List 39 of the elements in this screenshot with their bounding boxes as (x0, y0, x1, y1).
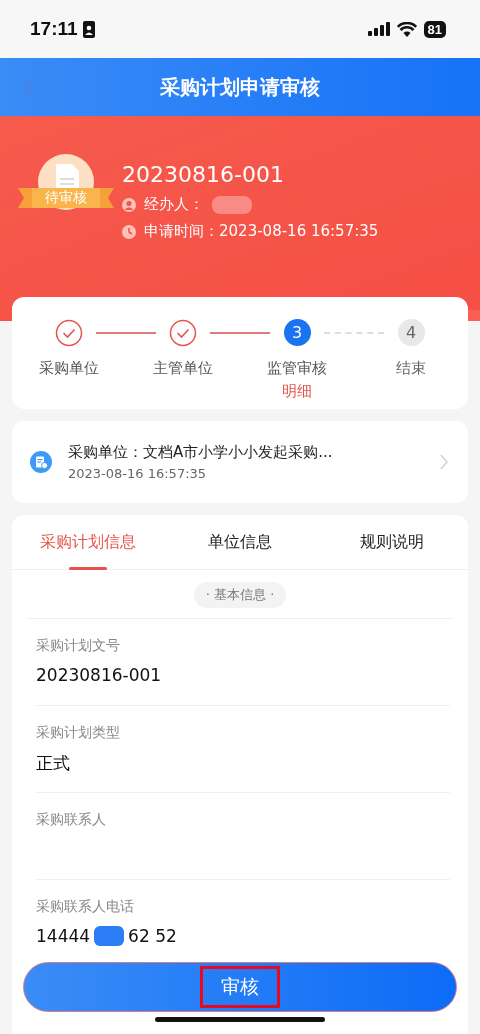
section-chip: · 基本信息 · (193, 582, 287, 608)
clock-icon (122, 224, 136, 239)
tab[interactable]: 采购计划信息 (12, 515, 164, 569)
record-time: 2023-08-16 16:57:35 (68, 466, 208, 481)
clock-time: 17:11 (30, 18, 78, 40)
person-icon (122, 197, 136, 212)
document-number: 20230816-001 (122, 162, 285, 187)
record-item[interactable]: 采购单位：文档A市小学小小发起采购... 2023-08-16 16:57:35 (12, 421, 468, 503)
handler-label: 经办人： (144, 195, 204, 214)
record-title: 采购单位：文档A市小学小小发起采购... (68, 443, 334, 462)
contact-card-icon (82, 20, 95, 38)
step-label: 结束 (396, 359, 426, 378)
field-label: 采购联系人 (36, 811, 107, 829)
signal-icon (367, 22, 390, 36)
step-label: 采购单位 (39, 359, 99, 378)
field-value: 62 52 (128, 926, 177, 946)
step-label: 主管单位 (153, 359, 213, 378)
back-button[interactable] (22, 75, 36, 99)
field-label: 采购计划文号 (36, 637, 121, 655)
tab[interactable]: 规则说明 (316, 515, 468, 569)
wifi-icon (396, 21, 417, 37)
tab[interactable]: 单位信息 (164, 515, 316, 569)
step-label: 监管审核 (267, 359, 327, 378)
document-clock-icon (30, 451, 52, 473)
step-number: 3 (283, 319, 311, 346)
field-value: 14444 (36, 926, 91, 946)
chevron-right-icon (440, 454, 448, 470)
request-time: 申请时间：2023-08-16 16:57:35 (144, 222, 379, 241)
review-button[interactable]: 审核 (23, 962, 457, 1012)
field-value: 正式 (36, 752, 70, 775)
field-value: 20230816-001 (36, 665, 162, 685)
field-label: 采购联系人电话 (36, 898, 135, 916)
details-link[interactable]: 明细 (282, 382, 312, 401)
check-circle-icon (169, 319, 197, 347)
step-number: 4 (397, 319, 425, 346)
page-title: 采购计划申请审核 (160, 73, 320, 101)
battery-level: 81 (427, 21, 442, 37)
check-circle-icon (55, 319, 83, 347)
field-label: 采购计划类型 (36, 724, 121, 742)
